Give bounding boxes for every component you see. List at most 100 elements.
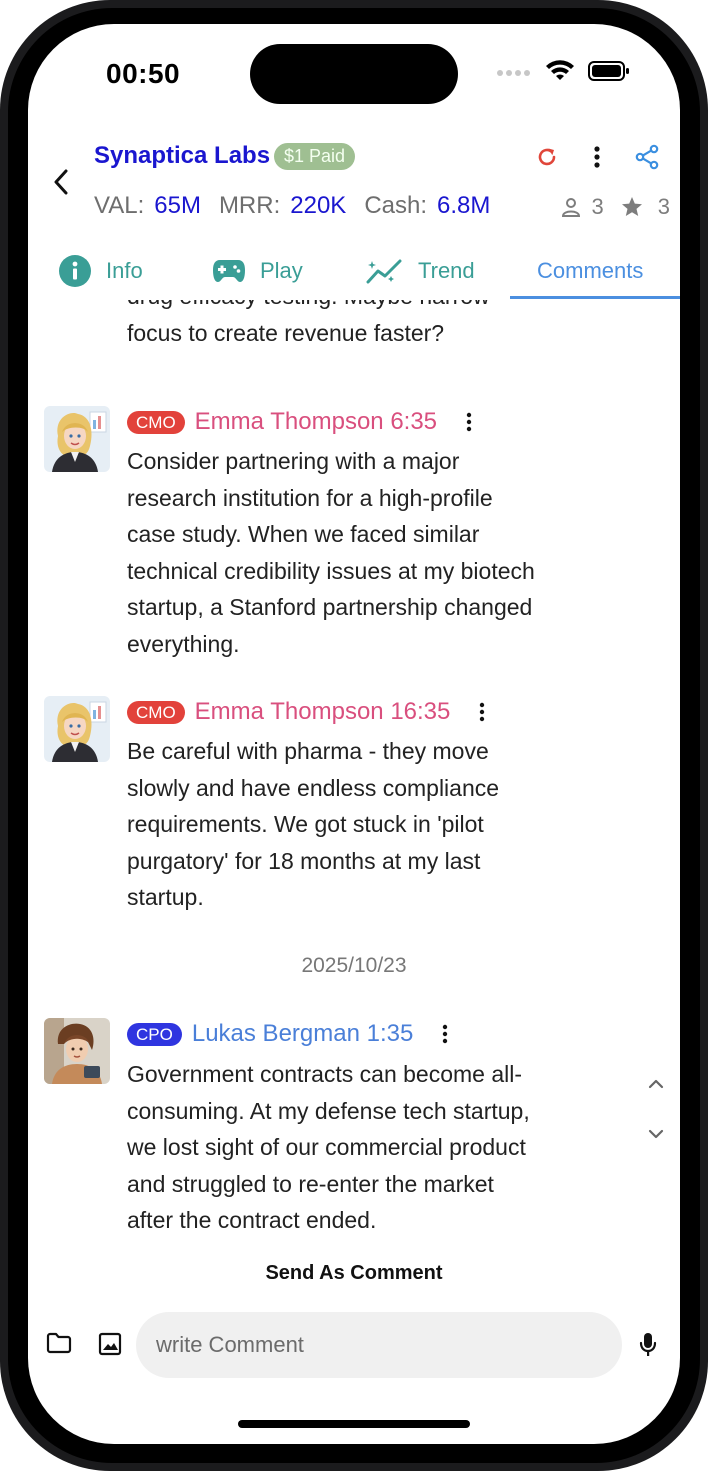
comment-line: case study. When we faced similar [127, 521, 480, 548]
comment-text: Be careful with pharma - they move slowl… [127, 733, 597, 916]
comment-line: requirements. We got stuck in 'pilot [127, 811, 484, 838]
home-indicator [238, 1420, 470, 1428]
comment-header: CMO Emma Thompson 16:35 [127, 698, 492, 726]
screen: 00:50 Synaptica Labs $1 Paid VAL: 65M MR… [28, 24, 680, 1444]
comment-partial-text: drug efficacy testing. Maybe narrow focu… [127, 300, 597, 351]
more-vertical-icon [443, 1024, 448, 1044]
scroll-up-button[interactable] [644, 1072, 668, 1096]
star-icon [621, 197, 642, 216]
microphone-icon [639, 1333, 657, 1356]
tab-trend[interactable]: Trend [366, 246, 475, 296]
person-icon [561, 198, 580, 217]
comment-line: slowly and have endless compliance [127, 774, 500, 801]
dynamic-island [250, 44, 458, 104]
comment-line: purgatory' for 18 months at my last [127, 847, 481, 874]
chevron-down-icon [648, 1129, 664, 1139]
composer-bar [28, 1312, 680, 1378]
tab-play[interactable]: Play [212, 246, 303, 296]
tab-trend-label: Trend [418, 258, 475, 283]
tab-comments-label: Comments [537, 258, 644, 283]
avatar[interactable] [44, 696, 110, 762]
comment-author[interactable]: Emma Thompson 6:35 [195, 408, 437, 436]
comment-line: Government contracts can become all- [127, 1061, 523, 1087]
comment-menu-button[interactable] [459, 410, 479, 434]
battery-icon [588, 60, 630, 87]
back-button[interactable] [46, 164, 76, 200]
comment-header: CMO Emma Thompson 6:35 [127, 408, 479, 436]
microphone-button[interactable] [638, 1332, 658, 1363]
comment-line: and struggled to re-enter the market [127, 1170, 494, 1197]
author-name: Emma Thompson [194, 408, 384, 435]
date-separator: 2025/10/23 [301, 954, 407, 977]
comment-line: Be careful with pharma - they move [127, 738, 489, 764]
stat-label-cash: Cash: [364, 192, 428, 219]
trend-icon [366, 259, 402, 284]
comment-time: 1:35 [366, 1020, 414, 1047]
comment-line: technical credibility issues at my biote… [127, 557, 535, 584]
comment-author[interactable]: Lukas Bergman 1:35 [192, 1020, 413, 1048]
image-icon [98, 1332, 122, 1356]
comment-author[interactable]: Emma Thompson 16:35 [195, 698, 451, 726]
wifi-icon [546, 60, 574, 87]
avatar[interactable] [44, 1018, 110, 1084]
counts: 3 3 [560, 194, 670, 220]
comment-line: consuming. At my defense tech startup, [127, 1097, 530, 1124]
comment-line: drug efficacy testing. Maybe narrow [127, 300, 597, 315]
members-count: 3 [591, 194, 604, 219]
send-as-comment-label[interactable]: Send As Comment [28, 1262, 680, 1285]
stat-value-mrr: 220K [290, 192, 347, 219]
comment-line: everything. [127, 630, 240, 657]
role-badge: CMO [127, 410, 185, 434]
more-vertical-icon [594, 146, 600, 168]
company-title: Synaptica Labs [94, 142, 271, 169]
stat-value-val: 65M [154, 192, 201, 219]
comment-time: 16:35 [390, 698, 451, 725]
comment-line: startup, a Stanford partnership changed [127, 594, 533, 621]
refresh-icon [538, 148, 556, 166]
author-name: Emma Thompson [194, 698, 384, 725]
company-stats: VAL: 65M MRR: 220K Cash: 6.8M [94, 192, 508, 220]
folder-button[interactable] [46, 1332, 72, 1359]
tab-info[interactable]: Info [58, 246, 143, 296]
status-icons [496, 60, 630, 87]
stat-label-val: VAL: [94, 192, 145, 219]
tab-info-label: Info [106, 258, 143, 283]
share-button[interactable] [632, 142, 662, 172]
comment-time: 6:35 [390, 408, 438, 435]
comment-text: Government contracts can become all- con… [127, 1056, 597, 1239]
chevron-left-icon [54, 169, 68, 195]
more-menu-button[interactable] [582, 142, 612, 172]
role-badge: CPO [127, 1022, 182, 1046]
comment-line: Consider partnering with a major [127, 448, 460, 474]
comment-input[interactable] [136, 1312, 622, 1378]
tab-bar: Info Play Trend Comments [28, 246, 680, 300]
gamepad-icon [213, 260, 245, 282]
comment-menu-button[interactable] [472, 700, 492, 724]
stat-label-mrr: MRR: [218, 192, 281, 219]
comment-line: we lost sight of our commercial product [127, 1134, 526, 1161]
comment-text: Consider partnering with a major researc… [127, 443, 597, 663]
avatar[interactable] [44, 406, 110, 472]
tab-comments[interactable]: Comments [537, 246, 643, 296]
paid-badge: $1 Paid [274, 143, 356, 170]
comment-line: research institution for a high-profile [127, 484, 493, 511]
chevron-up-icon [648, 1079, 664, 1089]
share-icon [635, 144, 659, 170]
more-vertical-icon [466, 412, 472, 432]
role-badge: CMO [127, 700, 185, 724]
tab-play-label: Play [260, 258, 303, 283]
info-icon [59, 255, 91, 287]
comment-line: focus to create revenue faster? [127, 319, 445, 346]
author-name: Lukas Bergman [191, 1020, 360, 1047]
comments-list[interactable]: drug efficacy testing. Maybe narrow focu… [28, 300, 680, 1260]
active-tab-indicator [510, 296, 680, 299]
refresh-button[interactable] [532, 142, 562, 172]
signal-icon [496, 65, 532, 83]
comment-line: startup. [127, 884, 204, 911]
comment-header: CPO Lukas Bergman 1:35 [127, 1020, 455, 1048]
image-button[interactable] [98, 1332, 122, 1361]
scroll-down-button[interactable] [644, 1122, 668, 1146]
comment-menu-button[interactable] [435, 1022, 455, 1046]
stat-value-cash: 6.8M [437, 192, 491, 219]
status-time: 00:50 [106, 58, 181, 89]
